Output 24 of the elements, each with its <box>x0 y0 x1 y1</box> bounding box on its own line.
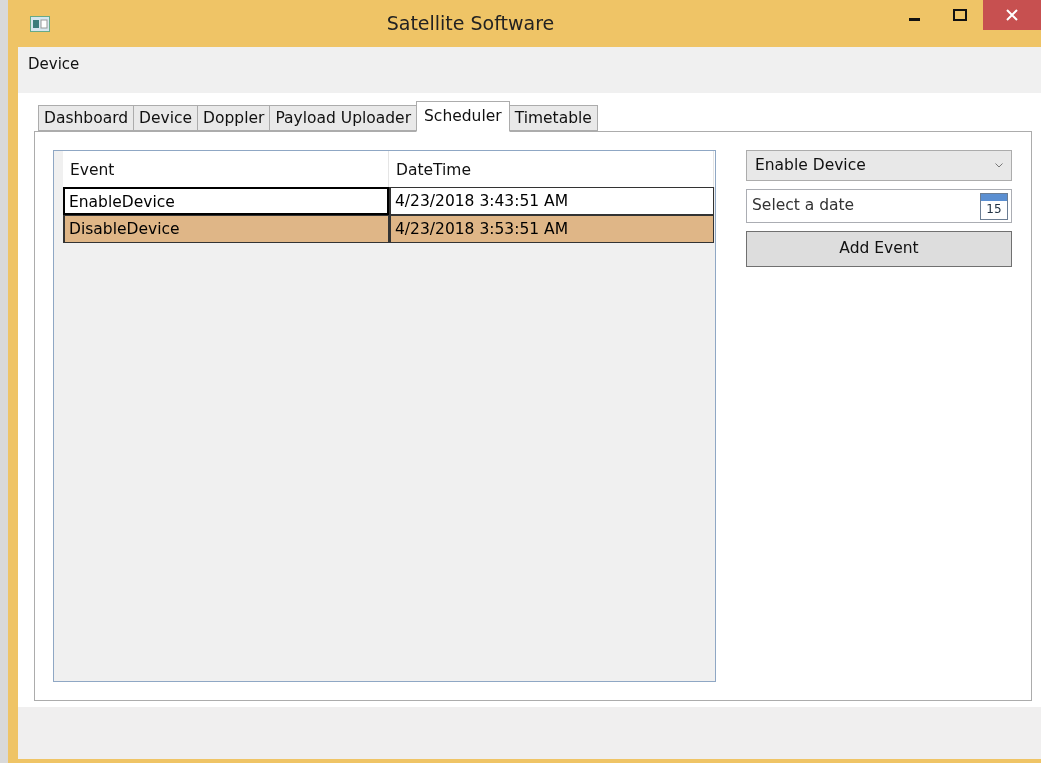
table-cell: EnableDevice <box>63 187 389 215</box>
date-field[interactable]: Select a date 15 <box>746 189 1012 223</box>
window-title: Satellite Software <box>385 11 556 37</box>
chevron-icon <box>995 163 1003 168</box>
table-cell: 4/23/2018 3:53:51 AM <box>389 215 714 243</box>
maximize-icon <box>953 9 967 21</box>
tab[interactable]: Scheduler <box>416 101 510 132</box>
menu-item[interactable]: Device <box>28 55 80 73</box>
tab[interactable]: Timetable <box>508 105 598 131</box>
tab[interactable]: Doppler <box>197 105 271 131</box>
close-icon <box>1006 9 1018 21</box>
add-event-button[interactable]: Add Event <box>746 231 1012 267</box>
tab[interactable]: Payload Uploader <box>269 105 418 131</box>
table-cell: 4/23/2018 3:43:51 AM <box>389 187 714 215</box>
table-row[interactable]: EnableDevice 4/23/2018 3:43:51 AM <box>63 187 715 215</box>
app-icon <box>30 15 50 32</box>
table-row[interactable]: DisableDevice 4/23/2018 3:53:51 AM <box>63 215 715 243</box>
event-dropdown[interactable]: Enable Device <box>746 150 1012 181</box>
minimize-icon <box>908 17 920 21</box>
table-cell: DisableDevice <box>63 215 389 243</box>
close-button[interactable] <box>983 0 1041 30</box>
tab[interactable]: Dashboard <box>38 105 135 131</box>
calendar-icon[interactable]: 15 <box>980 192 1008 220</box>
tab[interactable]: Device <box>133 105 199 131</box>
